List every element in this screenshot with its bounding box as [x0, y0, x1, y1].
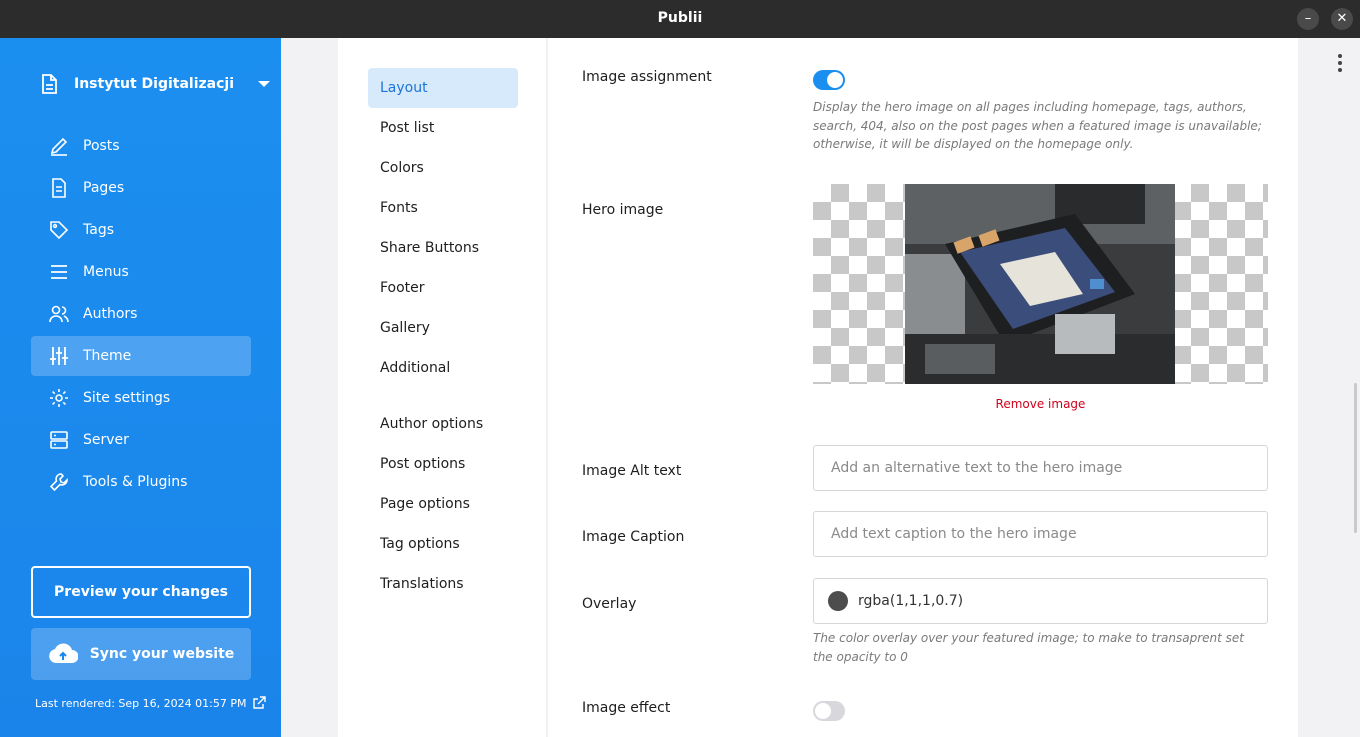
image-effect-toggle[interactable]	[813, 701, 845, 721]
chevron-down-icon	[258, 81, 271, 87]
image-assignment-toggle[interactable]	[813, 70, 845, 90]
last-rendered: Last rendered: Sep 16, 2024 01:57 PM	[35, 696, 267, 710]
sidebar-item-server[interactable]: Server	[31, 420, 251, 460]
overlay-color-input[interactable]: rgba(1,1,1,0.7)	[813, 578, 1268, 624]
sidebar-item-label: Tools & Plugins	[83, 474, 188, 490]
minimize-button[interactable]: –	[1297, 8, 1319, 30]
subnav-fonts[interactable]: Fonts	[368, 188, 518, 228]
subnav-page-options[interactable]: Page options	[368, 484, 518, 524]
sliders-icon	[50, 347, 68, 365]
image-assignment-help: Display the hero image on all pages incl…	[813, 100, 1262, 151]
close-button[interactable]: ✕	[1331, 8, 1353, 30]
subnav-share-buttons[interactable]: Share Buttons	[368, 228, 518, 268]
cloud-upload-icon	[48, 643, 78, 663]
toggle-knob	[815, 703, 831, 719]
hero-photo	[905, 184, 1175, 384]
sync-website-button[interactable]: Sync your website	[31, 628, 251, 680]
subnav-layout[interactable]: Layout	[368, 68, 518, 108]
page-icon	[52, 178, 66, 198]
subnav-gallery[interactable]: Gallery	[368, 308, 518, 348]
subnav-tag-options[interactable]: Tag options	[368, 524, 518, 564]
overlay-help: The color overlay over your featured ima…	[813, 631, 1244, 664]
sync-label: Sync your website	[89, 646, 235, 662]
main-area: Layout Post list Colors Fonts Share Butt…	[281, 38, 1360, 737]
subnav-colors[interactable]: Colors	[368, 148, 518, 188]
sidebar-item-label: Site settings	[83, 390, 171, 406]
image-assignment-label: Image assignment	[582, 69, 712, 85]
hero-image-preview[interactable]	[813, 184, 1268, 384]
sidebar-item-menus[interactable]: Menus	[31, 252, 251, 292]
wrench-icon	[49, 473, 68, 492]
sidebar-item-pages[interactable]: Pages	[31, 168, 251, 208]
document-icon	[42, 74, 57, 94]
image-caption-label: Image Caption	[582, 529, 685, 545]
sidebar-item-label: Pages	[83, 180, 125, 196]
sidebar-item-label: Server	[83, 432, 129, 448]
gear-icon	[50, 389, 68, 407]
theme-settings-panel: Layout Post list Colors Fonts Share Butt…	[338, 38, 1298, 737]
menu-icon	[51, 265, 67, 279]
sidebar-item-tags[interactable]: Tags	[31, 210, 251, 250]
title-bar: Publii – ✕	[0, 0, 1360, 38]
sidebar-item-label: Authors	[83, 306, 138, 322]
sidebar: Instytut Digitalizacji Posts Pages Tags …	[0, 38, 281, 737]
subnav-footer[interactable]: Footer	[368, 268, 518, 308]
subnav-translations[interactable]: Translations	[368, 564, 518, 604]
users-icon	[49, 305, 69, 323]
sidebar-item-posts[interactable]: Posts	[31, 126, 251, 166]
sidebar-item-label: Tags	[83, 222, 114, 238]
toggle-knob	[827, 72, 843, 88]
hero-image-label: Hero image	[582, 202, 664, 218]
theme-subnav: Layout Post list Colors Fonts Share Butt…	[338, 38, 548, 737]
preview-changes-button[interactable]: Preview your changes	[31, 566, 251, 618]
sidebar-item-label: Menus	[83, 264, 129, 280]
subnav-additional[interactable]: Additional	[368, 348, 518, 388]
sidebar-item-tools-plugins[interactable]: Tools & Plugins	[31, 462, 251, 502]
site-name: Instytut Digitalizacji	[74, 76, 235, 92]
image-alt-text-label: Image Alt text	[582, 463, 682, 479]
overlay-value: rgba(1,1,1,0.7)	[858, 593, 964, 609]
image-effect-label: Image effect	[582, 700, 671, 716]
window-title: Publii	[657, 10, 703, 26]
sidebar-item-label: Theme	[83, 348, 132, 364]
scrollbar[interactable]	[1354, 383, 1357, 533]
sidebar-item-theme[interactable]: Theme	[31, 336, 251, 376]
tag-icon	[50, 221, 69, 240]
sidebar-item-label: Posts	[83, 138, 120, 154]
pen-icon	[50, 137, 68, 156]
server-icon	[50, 431, 68, 449]
subnav-author-options[interactable]: Author options	[368, 404, 518, 444]
color-swatch[interactable]	[828, 591, 848, 611]
overlay-label: Overlay	[582, 596, 637, 612]
sidebar-item-site-settings[interactable]: Site settings	[31, 378, 251, 418]
site-switcher[interactable]: Instytut Digitalizacji	[40, 74, 271, 94]
last-rendered-text: Last rendered: Sep 16, 2024 01:57 PM	[35, 696, 247, 710]
sidebar-item-authors[interactable]: Authors	[31, 294, 251, 334]
subnav-post-options[interactable]: Post options	[368, 444, 518, 484]
more-options-icon[interactable]	[1338, 54, 1342, 75]
image-caption-input[interactable]: Add text caption to the hero image	[813, 511, 1268, 557]
image-alt-text-input[interactable]: Add an alternative text to the hero imag…	[813, 445, 1268, 491]
external-link-icon[interactable]	[252, 696, 267, 710]
main-nav: Posts Pages Tags Menus Authors Theme Sit…	[31, 126, 251, 504]
remove-image-link[interactable]: Remove image	[813, 397, 1268, 411]
subnav-post-list[interactable]: Post list	[368, 108, 518, 148]
